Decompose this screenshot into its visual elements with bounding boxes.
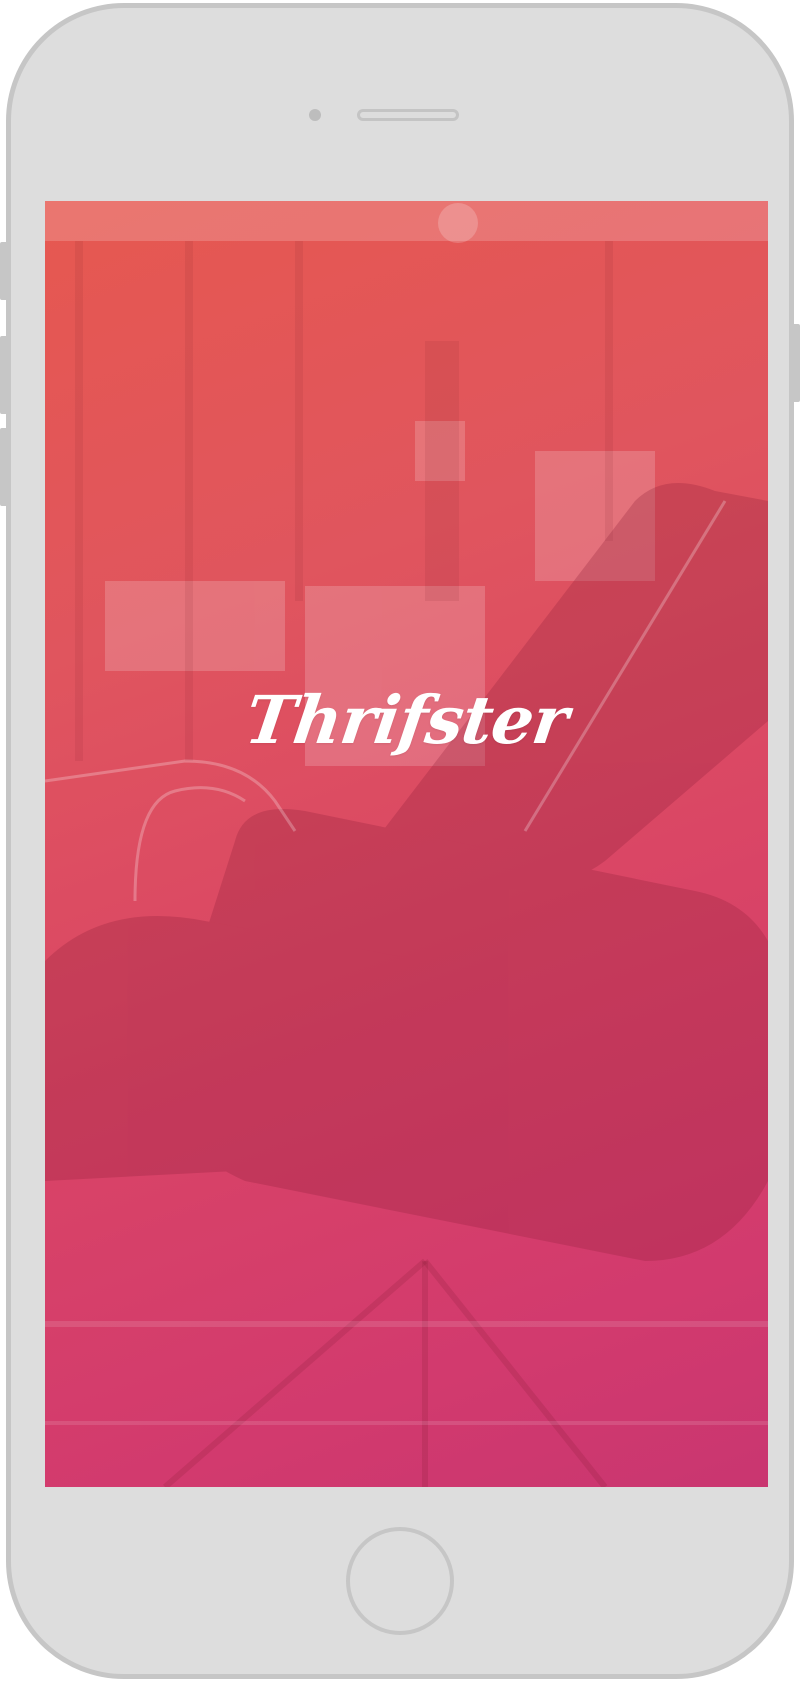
earpiece-speaker: [357, 109, 459, 121]
home-button[interactable]: [346, 1527, 454, 1635]
splash-screen: Thrifster: [45, 201, 768, 1487]
app-logo: Thrifster: [240, 681, 573, 759]
background-photo: [45, 201, 768, 1487]
phone-frame: Thrifster: [6, 3, 794, 1679]
front-camera: [309, 109, 321, 121]
